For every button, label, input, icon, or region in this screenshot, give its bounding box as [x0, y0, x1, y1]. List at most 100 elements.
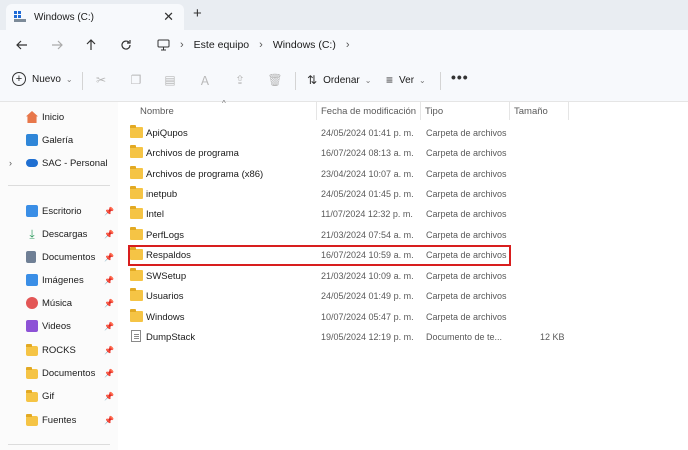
sidebar-item-label: Videos — [42, 320, 71, 332]
close-tab-icon[interactable]: ✕ — [163, 9, 174, 25]
pin-icon[interactable]: 📌 — [104, 299, 114, 308]
sidebar-item-descargas[interactable]: ⤓ Descargas 📌 — [0, 224, 118, 244]
folder-icon — [26, 367, 38, 379]
chevron-right-icon: › — [180, 39, 184, 51]
column-divider[interactable] — [420, 102, 421, 120]
sidebar-item-imagenes[interactable]: Imágenes 📌 — [0, 270, 118, 290]
sort-ascending-icon: ^ — [222, 99, 226, 108]
file-date: 24/05/2024 01:45 p. m. — [321, 189, 414, 199]
folder-icon — [130, 166, 143, 179]
pin-icon[interactable]: 📌 — [104, 230, 114, 239]
pin-icon[interactable]: 📌 — [104, 322, 114, 331]
tab-title: Windows (C:) — [34, 11, 95, 23]
table-row[interactable]: ApiQupos 24/05/2024 01:41 p. m. Carpeta … — [126, 123, 678, 143]
computer-icon — [157, 39, 170, 51]
rename-icon[interactable]: Ａ — [198, 73, 212, 88]
text-file-icon — [131, 330, 141, 342]
file-date: 21/03/2024 07:54 a. m. — [321, 230, 414, 240]
forward-arrow-icon[interactable] — [49, 37, 65, 53]
sidebar-item-sac-personal[interactable]: › SAC - Personal — [0, 153, 118, 173]
delete-icon[interactable]: 🗑 — [267, 73, 282, 87]
pin-icon[interactable]: 📌 — [104, 346, 114, 355]
table-row[interactable]: Archivos de programa (x86) 23/04/2024 10… — [126, 164, 678, 184]
file-date: 24/05/2024 01:41 p. m. — [321, 128, 414, 138]
folder-icon — [130, 186, 143, 199]
divider — [440, 72, 441, 90]
table-row[interactable]: Intel 11/07/2024 12:32 p. m. Carpeta de … — [126, 204, 678, 224]
pin-icon[interactable]: 📌 — [104, 416, 114, 425]
cut-icon[interactable]: ✂ — [94, 73, 108, 87]
folder-icon — [26, 414, 38, 426]
copy-icon[interactable]: ❐ — [129, 73, 143, 87]
pin-icon[interactable]: 📌 — [104, 207, 114, 216]
sidebar-item-label: Música — [42, 297, 73, 309]
column-divider[interactable] — [509, 102, 510, 120]
column-divider[interactable] — [316, 102, 317, 120]
table-row[interactable]: SWSetup 21/03/2024 10:09 a. m. Carpeta d… — [126, 266, 678, 286]
tab-strip: Windows (C:) ✕ + — [0, 0, 688, 30]
sidebar-item-fuentes[interactable]: Fuentes 📌 — [0, 410, 118, 430]
sidebar-item-label: Imágenes — [42, 274, 84, 286]
view-button[interactable]: ≡ Ver ⌄ — [386, 73, 426, 87]
sidebar-item-label: Documentos — [42, 251, 96, 263]
pin-icon[interactable]: 📌 — [104, 392, 114, 401]
sidebar-item-documentos-folder[interactable]: Documentos 📌 — [0, 363, 118, 383]
table-row[interactable]: Windows 10/07/2024 05:47 p. m. Carpeta d… — [126, 307, 678, 327]
file-date: 21/03/2024 10:09 a. m. — [321, 271, 414, 281]
pin-icon[interactable]: 📌 — [104, 276, 114, 285]
chevron-right-icon[interactable]: › — [9, 158, 12, 168]
documents-icon — [26, 251, 36, 263]
folder-icon — [130, 145, 143, 158]
table-row[interactable]: inetpub 24/05/2024 01:45 p. m. Carpeta d… — [126, 184, 678, 204]
chevron-down-icon: ⌄ — [419, 75, 426, 85]
gallery-icon — [26, 134, 38, 146]
folder-icon — [130, 227, 143, 240]
sidebar-item-label: Documentos — [42, 367, 96, 379]
breadcrumb[interactable]: › Este equipo › Windows (C:) › — [147, 33, 688, 57]
file-date: 24/05/2024 01:49 p. m. — [321, 291, 414, 301]
share-icon[interactable]: ⇪ — [233, 73, 247, 87]
sidebar-item-gif[interactable]: Gif 📌 — [0, 386, 118, 406]
pin-icon[interactable]: 📌 — [104, 253, 114, 262]
table-row[interactable]: PerfLogs 21/03/2024 07:54 a. m. Carpeta … — [126, 225, 678, 245]
column-header-type[interactable]: Tipo — [425, 102, 443, 120]
sort-button[interactable]: ⇅ Ordenar ⌄ — [307, 73, 371, 87]
sidebar-item-label: Escritorio — [42, 205, 82, 217]
table-row[interactable]: DumpStack 19/05/2024 12:19 p. m. Documen… — [126, 327, 678, 347]
sidebar-item-galeria[interactable]: Galería — [0, 130, 118, 150]
sort-label: Ordenar — [323, 74, 360, 86]
crumb-windows-c[interactable]: Windows (C:) — [273, 39, 336, 51]
table-row[interactable]: Archivos de programa 16/07/2024 08:13 a.… — [126, 143, 678, 163]
back-arrow-icon[interactable] — [14, 37, 30, 53]
videos-icon — [26, 320, 38, 332]
sidebar-item-documentos[interactable]: Documentos 📌 — [0, 247, 118, 267]
chevron-right-icon: › — [259, 39, 263, 51]
table-row[interactable]: Usuarios 24/05/2024 01:49 p. m. Carpeta … — [126, 286, 678, 306]
command-bar: + Nuevo ⌄ ✂ ❐ ▤ Ａ ⇪ 🗑 ⇅ Ordenar ⌄ ≡ Ver … — [0, 60, 688, 102]
column-header-name[interactable]: Nombre — [140, 102, 174, 120]
up-arrow-icon[interactable] — [83, 37, 99, 53]
sidebar-item-label: Descargas — [42, 228, 88, 240]
sidebar-item-rocks[interactable]: ROCKS 📌 — [0, 340, 118, 360]
pin-icon[interactable]: 📌 — [104, 369, 114, 378]
divider — [8, 444, 110, 445]
sidebar-item-videos[interactable]: Videos 📌 — [0, 316, 118, 336]
refresh-icon[interactable] — [118, 37, 134, 53]
file-name: Archivos de programa (x86) — [146, 169, 264, 180]
music-icon — [26, 297, 38, 309]
column-header-size[interactable]: Tamaño — [514, 102, 548, 120]
sidebar-item-escritorio[interactable]: Escritorio 📌 — [0, 201, 118, 221]
file-date: 23/04/2024 10:07 a. m. — [321, 169, 414, 179]
cloud-icon — [26, 159, 38, 167]
more-options-icon[interactable]: ••• — [451, 69, 469, 85]
new-button[interactable]: + Nuevo ⌄ — [12, 72, 73, 86]
new-tab-button[interactable]: + — [193, 5, 202, 22]
sidebar-item-inicio[interactable]: Inicio — [0, 107, 118, 127]
column-header-date[interactable]: Fecha de modificación — [321, 102, 416, 120]
paste-icon[interactable]: ▤ — [163, 73, 177, 87]
sidebar-item-musica[interactable]: Música 📌 — [0, 293, 118, 313]
column-divider[interactable] — [568, 102, 569, 120]
pictures-icon — [26, 274, 38, 286]
crumb-este-equipo[interactable]: Este equipo — [194, 39, 249, 51]
tab-windows-c[interactable]: Windows (C:) ✕ — [6, 4, 184, 30]
